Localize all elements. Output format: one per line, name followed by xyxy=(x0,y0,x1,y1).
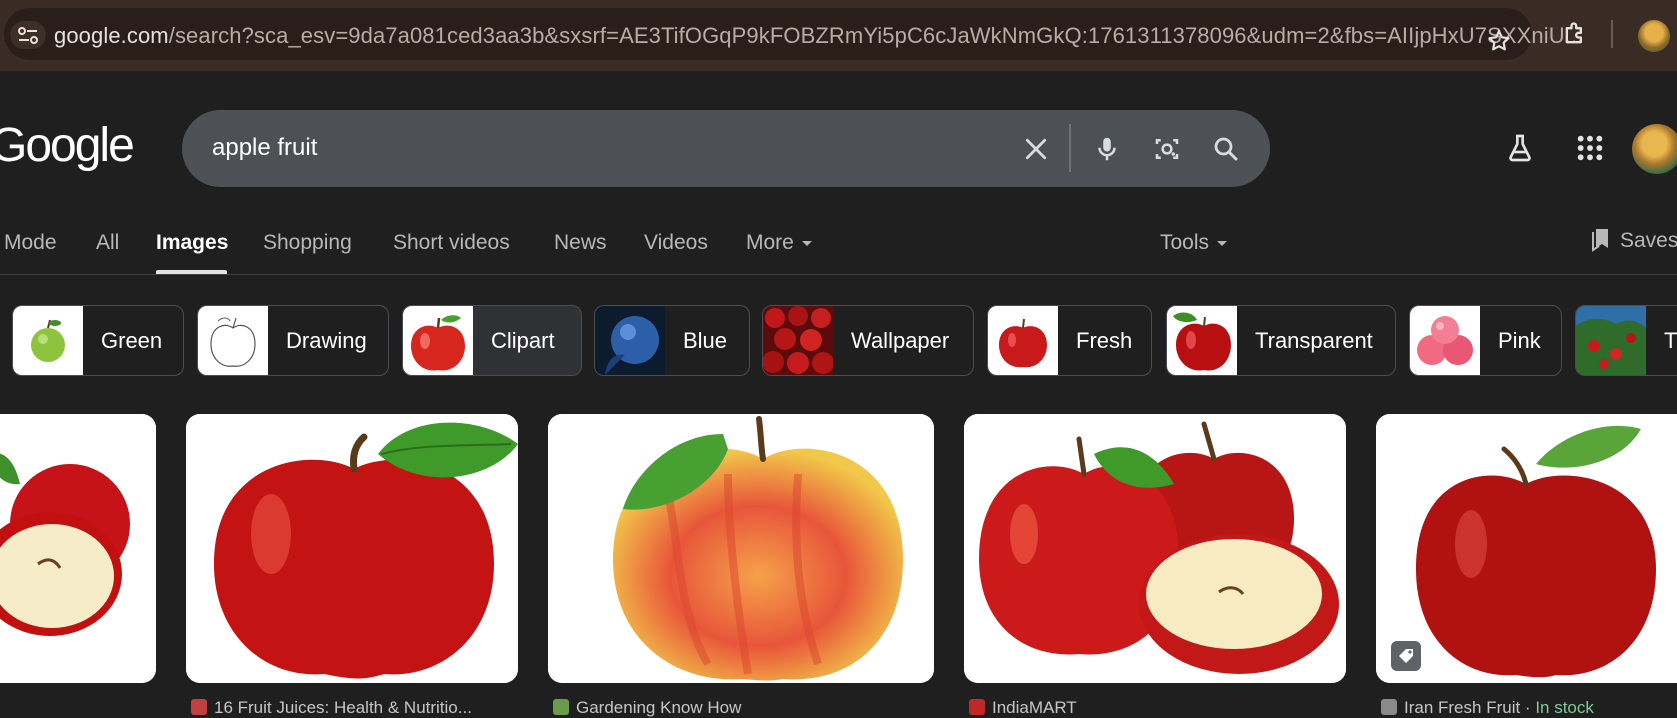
tab-shopping[interactable]: Shopping xyxy=(263,231,352,255)
image-result[interactable] xyxy=(0,414,156,683)
chip-label: Clipart xyxy=(491,328,555,353)
search-icon[interactable] xyxy=(1211,134,1241,164)
bookmark-star-icon[interactable] xyxy=(1486,28,1512,54)
image-result-source[interactable]: IndiaMART xyxy=(969,698,1077,718)
chip-wallpaper[interactable]: Wallpaper xyxy=(762,305,974,376)
site-favicon xyxy=(1381,699,1397,715)
image-result-source[interactable]: Gardening Know How xyxy=(553,698,741,718)
chip-label: Fresh xyxy=(1076,328,1133,353)
site-info-button[interactable] xyxy=(10,21,46,49)
chip-label: Drawing xyxy=(286,328,367,353)
tab-images[interactable]: Images xyxy=(156,231,228,255)
chip-green[interactable]: Green xyxy=(12,305,184,376)
chevron-down-icon xyxy=(801,240,812,246)
search-input[interactable]: apple fruit xyxy=(212,134,317,162)
stock-status: In stock xyxy=(1535,698,1594,717)
tab-short-videos[interactable]: Short videos xyxy=(393,231,510,255)
chip-blue[interactable]: Blue xyxy=(594,305,750,376)
chip-clipart[interactable]: Clipart xyxy=(402,305,582,376)
fresh-apple-thumbnail xyxy=(988,306,1058,375)
clear-icon[interactable] xyxy=(1021,134,1051,164)
chip-label: Blue xyxy=(683,328,728,353)
lens-camera-icon[interactable] xyxy=(1152,134,1182,164)
url-path: /search?sca_esv=9da7a081ced3aa3b&sxsrf=A… xyxy=(168,23,1584,48)
microphone-icon[interactable] xyxy=(1092,134,1122,164)
image-result[interactable] xyxy=(964,414,1346,683)
source-name: Iran Fresh Fruit xyxy=(1404,698,1521,717)
red-apple-leaf-image xyxy=(186,414,518,683)
image-result-source[interactable]: Iran Fresh Fruit · In stock xyxy=(1381,698,1594,718)
red-apple-clipart-thumbnail xyxy=(403,306,473,375)
tune-icon xyxy=(18,27,38,44)
site-favicon xyxy=(553,699,569,715)
apples-wallpaper-thumbnail xyxy=(763,306,833,375)
pink-apples-thumbnail xyxy=(1410,306,1480,375)
gala-apple-image xyxy=(548,414,934,683)
chip-transparent[interactable]: Transparent xyxy=(1166,305,1396,376)
chip-label: Pink xyxy=(1498,328,1541,353)
source-name: IndiaMART xyxy=(992,698,1077,717)
image-result[interactable] xyxy=(548,414,934,683)
single-red-apple-image xyxy=(1376,414,1677,683)
image-result[interactable] xyxy=(186,414,518,683)
apple-tree-thumbnail xyxy=(1576,306,1646,375)
apple-halves-image xyxy=(0,414,156,683)
green-apple-thumbnail xyxy=(13,306,83,375)
bookmark-icon xyxy=(1592,229,1608,252)
google-logo[interactable]: Google xyxy=(0,118,135,173)
blue-apple-thumbnail xyxy=(595,306,665,375)
tools-label: Tools xyxy=(1160,231,1210,254)
tab-news[interactable]: News xyxy=(554,231,607,255)
chip-label: Transparent xyxy=(1255,328,1373,353)
chip-label: Green xyxy=(101,328,163,353)
tab-more[interactable]: More xyxy=(746,231,812,255)
profile-avatar[interactable] xyxy=(1638,20,1670,52)
saves-label: Saves xyxy=(1620,229,1677,252)
chip-label: Tr xyxy=(1664,328,1677,353)
saves-button[interactable]: Saves xyxy=(1590,226,1677,253)
caption-separator: · xyxy=(1520,698,1536,717)
site-favicon xyxy=(969,699,985,715)
search-box[interactable]: apple fruit xyxy=(182,110,1270,187)
chip-label: Wallpaper xyxy=(851,328,950,353)
account-avatar[interactable] xyxy=(1632,124,1677,174)
chip-fresh[interactable]: Fresh xyxy=(987,305,1152,376)
apps-grid-icon[interactable] xyxy=(1574,132,1606,164)
tabs-divider xyxy=(0,274,1677,275)
toolbar-divider xyxy=(1611,20,1613,48)
chip-drawing[interactable]: Drawing xyxy=(197,305,389,376)
labs-flask-icon[interactable] xyxy=(1504,132,1536,164)
address-bar[interactable]: google.com/search?sca_esv=9da7a081ced3aa… xyxy=(4,8,1583,60)
site-favicon xyxy=(191,699,207,715)
chip-tree[interactable]: Tr xyxy=(1575,305,1677,376)
apple-drawing-thumbnail xyxy=(198,306,268,375)
transparent-apple-thumbnail xyxy=(1167,306,1237,375)
chevron-down-icon xyxy=(1217,240,1228,246)
browser-toolbar: google.com/search?sca_esv=9da7a081ced3aa… xyxy=(0,0,1677,72)
image-result-source[interactable]: 16 Fruit Juices: Health & Nutritio... xyxy=(191,698,472,718)
url-host: google.com xyxy=(54,23,169,48)
chip-pink[interactable]: Pink xyxy=(1409,305,1562,376)
url-text[interactable]: google.com/search?sca_esv=9da7a081ced3aa… xyxy=(54,23,1583,49)
source-name: Gardening Know How xyxy=(576,698,742,717)
search-divider xyxy=(1069,124,1071,172)
shopping-tag-icon xyxy=(1391,641,1421,671)
more-label: More xyxy=(746,231,794,254)
tools-button[interactable]: Tools xyxy=(1160,231,1228,255)
extensions-icon[interactable] xyxy=(1561,20,1589,48)
tab-all[interactable]: All xyxy=(96,231,119,255)
tab-videos[interactable]: Videos xyxy=(644,231,708,255)
source-name: 16 Fruit Juices: Health & Nutritio... xyxy=(214,698,472,717)
image-result[interactable] xyxy=(1376,414,1677,683)
indiamart-apples-image xyxy=(964,414,1346,683)
tab-ai-mode[interactable]: Mode xyxy=(4,231,57,255)
